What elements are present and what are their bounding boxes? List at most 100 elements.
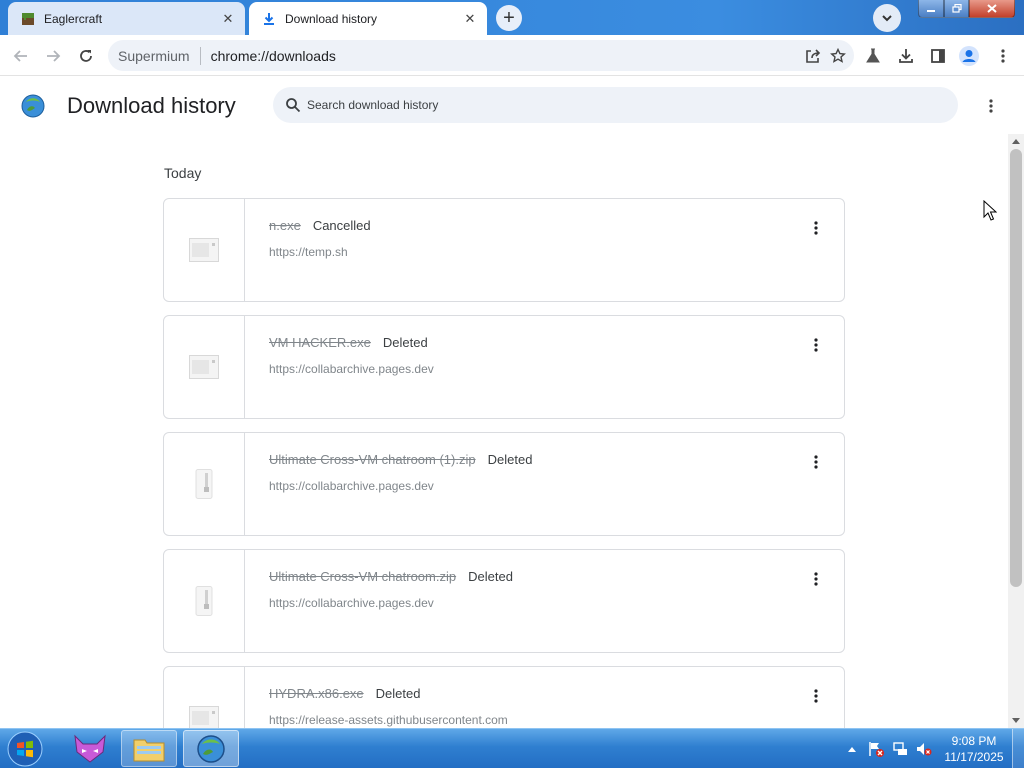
avatar-icon	[959, 46, 979, 66]
scroll-thumb[interactable]	[1010, 149, 1022, 587]
mouse-cursor-icon	[983, 200, 997, 221]
download-item: Ultimate Cross-VM chatroom.zip Deleted h…	[163, 549, 845, 653]
back-button[interactable]	[8, 43, 34, 69]
item-more-button[interactable]	[805, 451, 827, 473]
minimize-icon	[927, 9, 935, 12]
item-more-button[interactable]	[805, 334, 827, 356]
generic-file-icon	[189, 706, 219, 728]
download-source-url[interactable]: https://collabarchive.pages.dev	[269, 596, 434, 610]
window-controls	[918, 0, 1015, 18]
item-more-button[interactable]	[805, 568, 827, 590]
close-icon[interactable]: ✕	[217, 8, 239, 30]
search-box[interactable]	[273, 87, 958, 123]
search-icon	[286, 98, 301, 113]
forward-button[interactable]	[40, 43, 66, 69]
taskbar-clock[interactable]: 9:08 PM 11/17/2025	[938, 733, 1010, 765]
labs-button[interactable]	[860, 43, 886, 69]
scroll-up-button[interactable]	[1008, 134, 1024, 148]
share-icon	[806, 49, 821, 63]
taskbar-app-browser[interactable]	[183, 730, 239, 767]
tab-download-history[interactable]: Download history ✕	[249, 2, 487, 35]
chevron-up-icon	[848, 747, 856, 752]
download-status: Deleted	[382, 335, 428, 350]
folder-icon	[133, 739, 165, 761]
action-center-icon[interactable]	[866, 739, 886, 759]
grass-block-icon	[20, 11, 36, 27]
download-item: n.exe Cancelled https://temp.sh	[163, 198, 845, 302]
more-vertical-icon	[814, 689, 818, 703]
tab-title: Download history	[285, 11, 378, 26]
address-url[interactable]: chrome://downloads	[211, 48, 336, 64]
generic-file-icon	[189, 238, 219, 262]
triangle-down-icon	[1012, 718, 1020, 723]
tab-strip: Eaglercraft ✕ Download history ✕ +	[0, 0, 1024, 35]
site-chip[interactable]: Supermium	[118, 48, 190, 64]
downloads-list: Today n.exe Cancelled https://temp.sh VM…	[0, 134, 1008, 728]
generic-file-icon	[189, 355, 219, 379]
browser-logo-icon	[197, 734, 225, 763]
tab-eaglercraft[interactable]: Eaglercraft ✕	[8, 2, 245, 35]
minimize-button[interactable]	[918, 0, 944, 18]
address-bar[interactable]: Supermium chrome://downloads	[108, 40, 854, 71]
share-button[interactable]	[800, 43, 826, 69]
download-source-url[interactable]: https://collabarchive.pages.dev	[269, 362, 434, 376]
more-vertical-icon	[814, 572, 818, 586]
network-icon[interactable]	[890, 739, 910, 759]
more-vertical-icon	[989, 99, 993, 113]
downloads-button[interactable]	[893, 43, 919, 69]
download-item: HYDRA.x86.exe Deleted https://release-as…	[163, 666, 845, 728]
scroll-down-button[interactable]	[1008, 714, 1024, 728]
tab-search-button[interactable]	[873, 4, 901, 32]
fox-app-icon	[74, 734, 106, 763]
download-filename[interactable]: n.exe	[269, 218, 301, 233]
show-desktop-button[interactable]	[1012, 729, 1024, 768]
download-icon	[899, 49, 913, 63]
star-icon	[830, 48, 846, 63]
tray-overflow-button[interactable]	[842, 739, 862, 759]
download-filename[interactable]: Ultimate Cross-VM chatroom.zip	[269, 569, 456, 584]
reload-icon	[80, 50, 92, 62]
browser-menu-button[interactable]	[990, 43, 1016, 69]
taskbar-app-explorer[interactable]	[121, 730, 177, 767]
scrollbar[interactable]	[1008, 134, 1024, 728]
section-header: Today	[164, 165, 202, 181]
side-panel-icon	[931, 49, 945, 63]
download-source-url[interactable]: https://temp.sh	[269, 245, 348, 259]
restore-button[interactable]	[944, 0, 969, 18]
downloads-header: Download history	[0, 77, 1024, 134]
profile-button[interactable]	[956, 43, 982, 69]
tab-title: Eaglercraft	[44, 11, 103, 26]
flag-alert-icon	[869, 742, 884, 757]
reload-button[interactable]	[73, 43, 99, 69]
restore-icon	[951, 4, 962, 13]
side-panel-button[interactable]	[925, 43, 951, 69]
arrow-right-icon	[47, 50, 61, 62]
zip-file-icon	[195, 586, 213, 616]
zip-file-icon	[195, 469, 213, 499]
download-filename[interactable]: VM HACKER.exe	[269, 335, 371, 350]
more-vertical-icon	[814, 338, 818, 352]
download-icon	[261, 11, 277, 27]
arrow-left-icon	[13, 50, 27, 62]
bookmark-button[interactable]	[825, 43, 851, 69]
item-more-button[interactable]	[805, 685, 827, 707]
volume-muted-icon[interactable]	[914, 739, 934, 759]
item-more-button[interactable]	[805, 217, 827, 239]
downloads-menu-button[interactable]	[980, 94, 1002, 118]
close-window-button[interactable]	[969, 0, 1015, 18]
download-source-url[interactable]: https://collabarchive.pages.dev	[269, 479, 434, 493]
new-tab-button[interactable]: +	[496, 5, 522, 31]
search-input[interactable]	[307, 98, 907, 112]
flask-icon	[866, 48, 880, 63]
close-icon	[987, 4, 997, 13]
download-source-url[interactable]: https://release-assets.githubusercontent…	[269, 713, 508, 727]
taskbar-app-fox[interactable]	[62, 730, 118, 767]
download-filename[interactable]: Ultimate Cross-VM chatroom (1).zip	[269, 452, 476, 467]
browser-toolbar: Supermium chrome://downloads	[0, 35, 1024, 76]
download-item: VM HACKER.exe Deleted https://collabarch…	[163, 315, 845, 419]
close-icon[interactable]: ✕	[459, 8, 481, 30]
download-filename[interactable]: HYDRA.x86.exe	[269, 686, 364, 701]
download-status: Deleted	[487, 452, 533, 467]
chevron-down-icon	[882, 15, 892, 22]
start-button[interactable]	[4, 730, 46, 768]
